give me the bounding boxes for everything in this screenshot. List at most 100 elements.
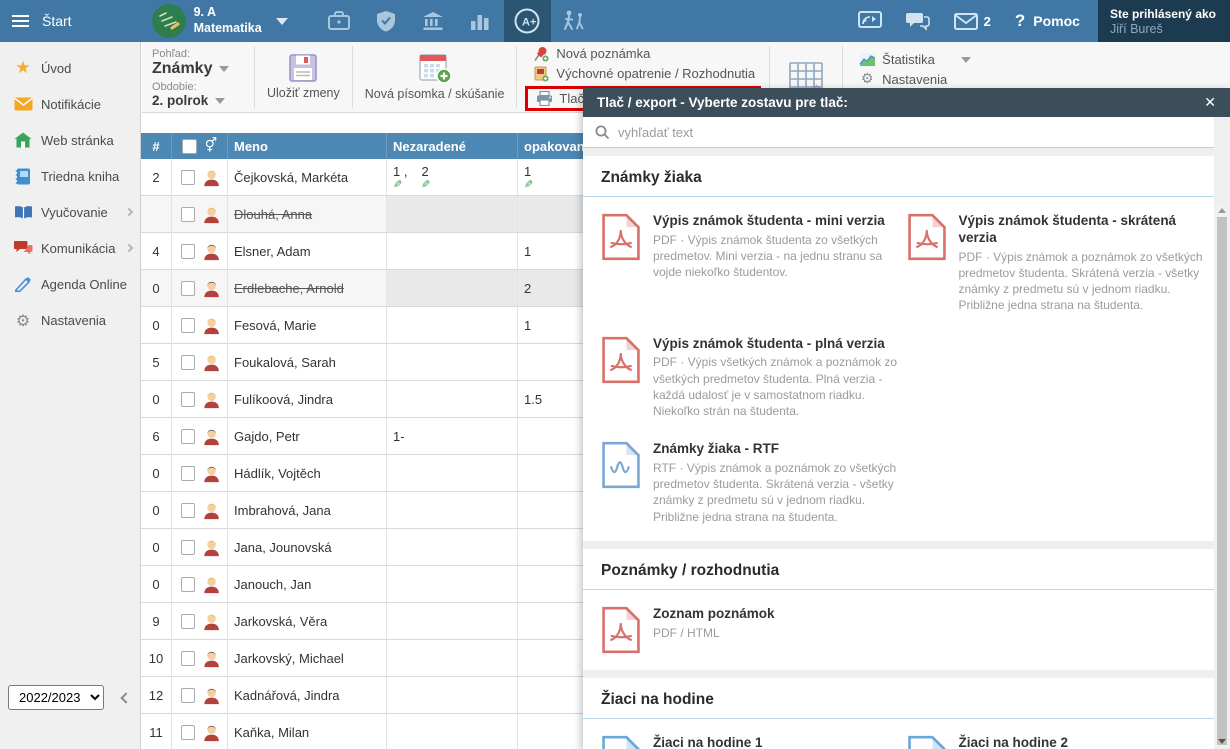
row-checkbox[interactable] [181, 577, 195, 592]
help-button[interactable]: ? Pomoc [1015, 11, 1080, 31]
scroll-up-icon[interactable] [1218, 208, 1226, 213]
row-checkbox[interactable] [181, 466, 195, 481]
statistics-button[interactable]: Štatistika [851, 50, 977, 69]
section-heading: Známky žiaka [583, 156, 1214, 197]
report-item[interactable]: Žiaci na hodine 1PDF / HTML · Tabuľka: M… [601, 735, 899, 749]
pencil-icon: ✎ [393, 179, 402, 191]
sidebar-item-agenda-online[interactable]: Agenda Online [0, 266, 140, 302]
row-checkbox[interactable] [181, 207, 195, 222]
view-label: Pohľad: [152, 48, 244, 60]
chevron-down-icon [219, 66, 229, 72]
table-row[interactable]: 0 Imbrahová, Jana [141, 492, 611, 529]
table-row[interactable]: Dlouhá, Anna [141, 196, 611, 233]
section-heading: Žiaci na hodine [583, 678, 1214, 719]
attendance-icon[interactable] [551, 0, 598, 42]
save-changes-button[interactable]: Uložiť zmeny [255, 42, 352, 112]
school-year-select[interactable]: 2022/2023 [8, 685, 104, 710]
sidebar-item-nastavenia[interactable]: ⚙ Nastavenia [0, 302, 140, 338]
row-checkbox[interactable] [181, 429, 195, 444]
sidebar-item-vyucovanie[interactable]: Vyučovanie [0, 194, 140, 230]
select-all-checkbox[interactable] [182, 139, 197, 154]
table-row[interactable]: 0 Fulíkoová, Jindra 1.5 [141, 381, 611, 418]
report-item[interactable]: Zoznam poznámokPDF / HTML [601, 606, 899, 654]
mail-icon[interactable]: 2 [954, 13, 991, 30]
pdf-file-icon [601, 336, 641, 384]
period-dropdown[interactable]: 2. polrok [152, 93, 244, 108]
shield-icon[interactable] [363, 0, 410, 42]
settings-button[interactable]: ⚙ Nastavenia [851, 69, 977, 89]
row-checkbox[interactable] [181, 540, 195, 555]
table-row[interactable]: 0 Fesová, Marie 1 [141, 307, 611, 344]
row-checkbox[interactable] [181, 651, 195, 666]
table-row[interactable]: 11 Kaňka, Milan [141, 714, 611, 749]
briefcase-icon[interactable] [316, 0, 363, 42]
table-row[interactable]: 12 Kadnářová, Jindra [141, 677, 611, 714]
table-row[interactable]: 0 Erdlebache, Arnold 2 [141, 270, 611, 307]
scrollbar-thumb[interactable] [1217, 217, 1227, 745]
row-checkbox[interactable] [181, 503, 195, 518]
row-checkbox[interactable] [181, 281, 195, 296]
collapse-sidebar-icon[interactable] [120, 692, 131, 703]
report-item[interactable]: Výpis známok študenta - mini verziaPDF ·… [601, 213, 899, 314]
logged-in-label: Ste prihlásený ako [1110, 7, 1216, 21]
chevron-down-icon [961, 57, 971, 63]
new-test-button[interactable]: Nová písomka / skúšanie [353, 42, 517, 112]
report-item[interactable]: Žiaci na hodine 2PDF / HTML · Tabuľka: M… [907, 735, 1205, 749]
start-menu[interactable]: Štart [42, 13, 72, 29]
row-checkbox[interactable] [181, 318, 195, 333]
row-checkbox[interactable] [181, 392, 195, 407]
star-icon: ★ [10, 58, 36, 78]
table-row[interactable]: 9 Jarkovská, Věra [141, 603, 611, 640]
row-checkbox[interactable] [181, 614, 195, 629]
sidebar-item-uvod[interactable]: ★ Úvod [0, 50, 140, 86]
grades-icon[interactable]: A+ [504, 0, 551, 42]
row-checkbox[interactable] [181, 244, 195, 259]
report-item[interactable]: Výpis známok študenta - plná verziaPDF ·… [601, 336, 899, 420]
question-mark-icon: ? [1015, 11, 1025, 31]
cast-screen-icon[interactable] [858, 11, 882, 31]
section-heading: Poznámky / rozhodnutia [583, 549, 1214, 590]
sidebar-item-triedna-kniha[interactable]: Triedna kniha [0, 158, 140, 194]
student-avatar-female [202, 315, 221, 336]
class-selector[interactable]: 9. A Matematika [152, 4, 288, 38]
bar-chart-icon[interactable] [457, 0, 504, 42]
search-icon [595, 125, 610, 140]
row-checkbox[interactable] [181, 170, 195, 185]
sidebar-item-komunikacia[interactable]: Komunikácia [0, 230, 140, 266]
chevron-right-icon [125, 208, 133, 216]
row-checkbox[interactable] [181, 725, 195, 740]
view-dropdown[interactable]: Známky [152, 60, 244, 78]
table-row[interactable]: 2 Čejkovská, Markéta 1 ,✎ 2✎ 1✎ [141, 159, 611, 196]
modal-scrollbar[interactable] [1215, 205, 1228, 747]
table-row[interactable]: 0 Jana, Jounovská [141, 529, 611, 566]
logged-in-user[interactable]: Ste prihlásený ako Jiří Bureš [1098, 0, 1230, 42]
table-row[interactable]: 10 Jarkovský, Michael [141, 640, 611, 677]
table-row[interactable]: 0 Hádlík, Vojtěch [141, 455, 611, 492]
table-row[interactable]: 6 Gajdo, Petr 1- [141, 418, 611, 455]
sidebar-item-web-stranka[interactable]: Web stránka [0, 122, 140, 158]
scroll-down-icon[interactable] [1218, 739, 1226, 744]
sidebar-item-notifikacie[interactable]: Notifikácie [0, 86, 140, 122]
report-item[interactable]: Známky žiaka - RTFRTF · Výpis známok a p… [601, 441, 899, 525]
table-row[interactable]: 0 Janouch, Jan [141, 566, 611, 603]
row-checkbox[interactable] [181, 355, 195, 370]
measure-button[interactable]: Výchovné opatrenie / Rozhodnutia [525, 64, 761, 84]
chat-icon[interactable] [906, 11, 930, 31]
report-item[interactable]: Výpis známok študenta - skrátená verziaP… [907, 213, 1205, 314]
pencil-icon: ✎ [421, 179, 430, 191]
table-row[interactable]: 5 Foukalová, Sarah [141, 344, 611, 381]
gear-icon: ⚙ [857, 71, 877, 87]
search-input[interactable] [618, 125, 1202, 140]
table-row[interactable]: 4 Elsner, Adam 1 [141, 233, 611, 270]
bank-icon[interactable] [410, 0, 457, 42]
hamburger-menu-icon[interactable] [0, 15, 40, 27]
floppy-icon [288, 53, 318, 83]
close-icon[interactable]: ✕ [1204, 95, 1216, 111]
new-note-button[interactable]: Nová poznámka [525, 44, 761, 64]
user-name: Jiří Bureš [1110, 22, 1216, 36]
col-header-number: # [141, 133, 172, 159]
student-avatar-female [202, 500, 221, 521]
chat-bubbles-icon [10, 240, 36, 256]
pdf-file-icon [601, 606, 641, 654]
row-checkbox[interactable] [181, 688, 195, 703]
